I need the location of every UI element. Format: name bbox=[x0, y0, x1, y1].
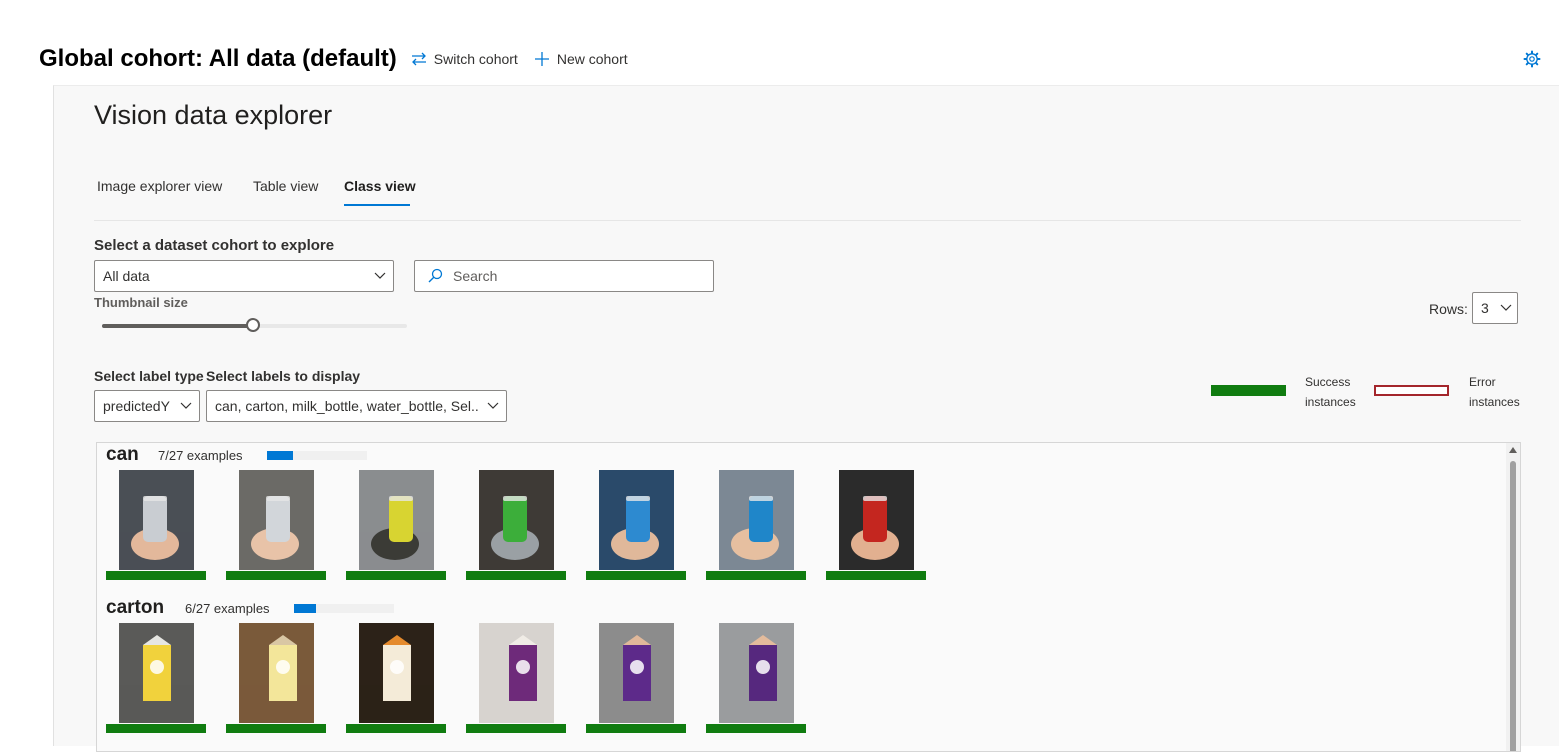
success-legend-line2: instances bbox=[1305, 395, 1356, 409]
switch-cohort-label: Switch cohort bbox=[433, 51, 518, 67]
class-group-title: can bbox=[106, 444, 139, 465]
image-thumbnail bbox=[359, 623, 434, 723]
gallery-scrollbar-thumb[interactable] bbox=[1510, 461, 1516, 751]
cohort-select-label: Select a dataset cohort to explore bbox=[94, 237, 335, 254]
image-thumbnail bbox=[239, 623, 314, 723]
success-legend-text: Success instances bbox=[1305, 372, 1356, 412]
image-tile[interactable] bbox=[106, 470, 206, 582]
image-thumbnail bbox=[599, 623, 674, 723]
image-tile[interactable] bbox=[226, 470, 326, 582]
image-tile[interactable] bbox=[466, 470, 566, 582]
success-status-bar bbox=[226, 724, 326, 733]
new-cohort-label: New cohort bbox=[556, 51, 628, 67]
success-status-bar bbox=[346, 571, 446, 580]
active-tab-indicator bbox=[344, 204, 410, 206]
image-tile[interactable] bbox=[346, 470, 446, 582]
thumbnail-slider-fill bbox=[102, 324, 254, 328]
vision-explorer-panel: Vision data explorer Image explorer view… bbox=[53, 85, 1559, 752]
label-type-value: predictedY bbox=[103, 398, 170, 414]
class-group-progress bbox=[294, 604, 394, 613]
cohort-dropdown[interactable]: All data bbox=[94, 260, 394, 292]
plus-icon bbox=[534, 52, 549, 66]
class-group-count: 6/27 examples bbox=[185, 601, 270, 616]
success-status-bar bbox=[706, 571, 806, 580]
search-input[interactable] bbox=[451, 267, 695, 285]
error-legend-swatch bbox=[1374, 385, 1449, 396]
label-type-label: Select label type bbox=[94, 368, 204, 384]
labels-display-label: Select labels to display bbox=[206, 368, 361, 384]
class-group-progress-fill bbox=[294, 604, 317, 613]
image-tile[interactable] bbox=[346, 623, 446, 735]
class-gallery: can 7/27 examples carton 6/27 examples bbox=[96, 442, 1521, 752]
label-type-dropdown[interactable]: predictedY bbox=[94, 390, 200, 422]
success-legend-line1: Success bbox=[1305, 375, 1351, 389]
labels-display-dropdown[interactable]: can, carton, milk_bottle, water_bottle, … bbox=[206, 390, 507, 422]
image-thumbnail bbox=[719, 470, 794, 570]
image-tile[interactable] bbox=[586, 623, 686, 735]
page-title: Vision data explorer bbox=[94, 100, 333, 130]
image-thumbnail bbox=[119, 470, 194, 570]
labels-display-value: can, carton, milk_bottle, water_bottle, … bbox=[215, 398, 480, 414]
search-box bbox=[414, 260, 714, 292]
image-thumbnail bbox=[479, 470, 554, 570]
class-group-count: 7/27 examples bbox=[158, 448, 243, 463]
image-tile[interactable] bbox=[706, 623, 806, 735]
class-group-title: carton bbox=[106, 597, 165, 618]
tab-table-view[interactable]: Table view bbox=[253, 178, 318, 194]
image-tile[interactable] bbox=[106, 623, 206, 735]
success-status-bar bbox=[586, 571, 686, 580]
switch-arrows-icon bbox=[411, 52, 426, 66]
image-thumbnail bbox=[359, 470, 434, 570]
rows-label: Rows: bbox=[1429, 301, 1468, 317]
new-cohort-button[interactable]: New cohort bbox=[534, 51, 628, 67]
class-group-progress-fill bbox=[267, 451, 293, 460]
chevron-down-icon bbox=[173, 402, 199, 410]
switch-cohort-button[interactable]: Switch cohort bbox=[411, 51, 518, 67]
tab-image-explorer-view[interactable]: Image explorer view bbox=[97, 178, 222, 194]
success-status-bar bbox=[826, 571, 926, 580]
chevron-down-icon bbox=[1495, 304, 1517, 312]
rows-dropdown-value: 3 bbox=[1481, 300, 1489, 316]
success-status-bar bbox=[466, 571, 566, 580]
success-legend-swatch bbox=[1211, 385, 1286, 396]
thumbnail-slider-thumb[interactable] bbox=[246, 318, 260, 332]
gear-icon[interactable] bbox=[1523, 50, 1541, 68]
image-tile[interactable] bbox=[706, 470, 806, 582]
class-group-can: can 7/27 examples bbox=[97, 443, 1497, 593]
cohort-title: Global cohort: All data (default) bbox=[39, 45, 397, 72]
scroll-up-arrow-icon[interactable] bbox=[1509, 447, 1517, 453]
tab-divider bbox=[94, 220, 1521, 221]
success-status-bar bbox=[586, 724, 686, 733]
rows-dropdown[interactable]: 3 bbox=[1472, 292, 1518, 324]
class-group-progress bbox=[267, 451, 367, 460]
image-thumbnail bbox=[839, 470, 914, 570]
error-legend-line1: Error bbox=[1469, 375, 1496, 389]
image-tile[interactable] bbox=[826, 470, 926, 582]
chevron-down-icon bbox=[367, 272, 393, 280]
image-thumbnail bbox=[599, 470, 674, 570]
success-status-bar bbox=[106, 724, 206, 733]
cohort-bar: Global cohort: All data (default) Switch… bbox=[39, 42, 644, 76]
success-status-bar bbox=[106, 571, 206, 580]
class-group-carton: carton 6/27 examples bbox=[97, 596, 1497, 746]
error-legend-line2: instances bbox=[1469, 395, 1520, 409]
image-tile[interactable] bbox=[466, 623, 566, 735]
success-status-bar bbox=[346, 724, 446, 733]
chevron-down-icon bbox=[480, 402, 506, 410]
error-legend-text: Error instances bbox=[1469, 372, 1520, 412]
image-thumbnail bbox=[119, 623, 194, 723]
image-tile[interactable] bbox=[226, 623, 326, 735]
success-status-bar bbox=[226, 571, 326, 580]
thumbnail-size-label: Thumbnail size bbox=[94, 295, 188, 310]
search-icon bbox=[428, 268, 443, 283]
image-thumbnail bbox=[479, 623, 554, 723]
image-thumbnail bbox=[719, 623, 794, 723]
success-status-bar bbox=[466, 724, 566, 733]
cohort-dropdown-value: All data bbox=[103, 268, 150, 284]
gallery-scrollbar[interactable] bbox=[1506, 443, 1520, 751]
image-thumbnail bbox=[239, 470, 314, 570]
image-tile[interactable] bbox=[586, 470, 686, 582]
success-status-bar bbox=[706, 724, 806, 733]
tab-class-view[interactable]: Class view bbox=[344, 178, 416, 194]
